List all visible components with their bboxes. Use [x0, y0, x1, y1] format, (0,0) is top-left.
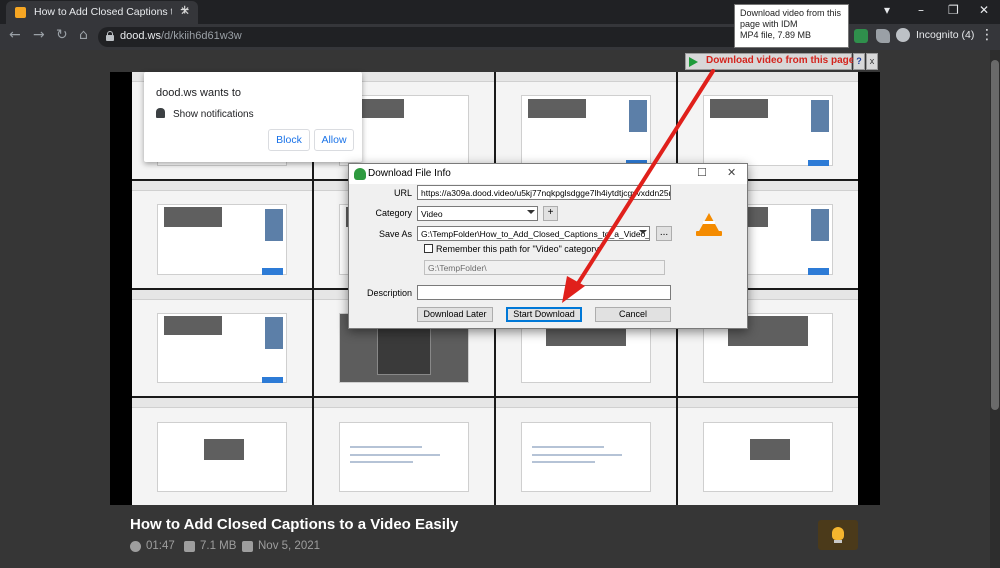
home-icon[interactable]: ⌂	[79, 27, 88, 43]
url-label: URL	[393, 188, 412, 198]
thumbnail	[314, 398, 494, 505]
popup-permission: Show notifications	[156, 108, 254, 120]
description-field[interactable]	[417, 285, 671, 300]
storage-icon	[184, 540, 195, 552]
tab-strip: How to Add Closed Captions to a Video Ea…	[0, 0, 1000, 24]
notification-permission-popup: dood.ws wants to Show notifications Bloc…	[144, 72, 362, 162]
reload-icon[interactable]: ↻	[56, 27, 68, 43]
idm-close-button[interactable]: x	[866, 53, 878, 70]
duration-meta: 01:47	[130, 540, 175, 552]
category-path-field: G:\TempFolder\	[424, 260, 665, 275]
menu-icon[interactable]: ⋮	[980, 27, 994, 43]
block-button[interactable]: Block	[268, 129, 310, 151]
add-category-button[interactable]: +	[543, 206, 558, 221]
incognito-icon	[896, 28, 910, 42]
scroll-thumb[interactable]	[991, 60, 999, 410]
close-window-icon[interactable]: ✕	[979, 3, 989, 17]
back-icon[interactable]: ←	[9, 27, 21, 43]
profile-label: Incognito (4)	[916, 29, 975, 41]
thumbnail	[132, 289, 312, 397]
download-later-button[interactable]: Download Later	[417, 307, 493, 322]
chevron-down-icon	[527, 210, 535, 214]
vlc-stripe	[703, 221, 715, 224]
idm-play-icon	[689, 57, 698, 67]
page-scrollbar[interactable]	[990, 50, 1000, 568]
idm-download-panel-button[interactable]: Download video from this page	[685, 53, 855, 70]
extensions-puzzle-icon[interactable]	[876, 29, 890, 43]
light-bulb-icon	[832, 527, 844, 540]
idm-help-button[interactable]: ?	[853, 53, 865, 70]
browse-button[interactable]: ...	[656, 226, 672, 241]
category-select[interactable]: Video	[417, 206, 538, 221]
idm-logo-icon	[354, 168, 366, 180]
description-label: Description	[366, 288, 412, 298]
lights-toggle-button[interactable]	[818, 520, 858, 550]
browser-toolbar: ← → ↻ ⌂ dood.ws/d/kkiih6d61w3w Incognito…	[0, 24, 1000, 50]
url-field[interactable]: https://a309a.dood.video/u5kj77nqkpglsdg…	[417, 185, 671, 200]
bell-icon	[156, 108, 165, 118]
thumbnail	[132, 398, 312, 505]
thumbnail	[132, 180, 312, 288]
chevron-down-icon	[639, 230, 647, 234]
url-text: dood.ws/d/kkiih6d61w3w	[120, 30, 242, 42]
save-as-label: Save As	[378, 229, 412, 239]
site-favicon-icon	[15, 7, 26, 18]
dialog-maximize-icon[interactable]: ☐	[697, 166, 707, 179]
save-as-field[interactable]: G:\TempFolder\How_to_Add_Closed_Captions…	[417, 226, 650, 241]
remember-path-label: Remember this path for "Video" category	[436, 244, 599, 254]
category-label: Category	[375, 208, 412, 218]
date-meta: Nov 5, 2021	[242, 540, 320, 552]
idm-tooltip: Download video from this page with IDM M…	[734, 4, 849, 48]
new-tab-icon[interactable]: +	[180, 2, 189, 20]
dialog-title: Download File Info	[368, 168, 451, 179]
lock-icon	[106, 31, 114, 41]
video-title: How to Add Closed Captions to a Video Ea…	[130, 516, 459, 533]
allow-button[interactable]: Allow	[314, 129, 354, 151]
forward-icon[interactable]: →	[33, 27, 45, 43]
dialog-close-icon[interactable]: ✕	[727, 166, 736, 179]
thumbnail	[678, 398, 858, 505]
dialog-titlebar[interactable]: Download File Info ☐ ✕	[349, 164, 747, 184]
popup-title: dood.ws wants to	[156, 87, 241, 99]
address-bar[interactable]: dood.ws/d/kkiih6d61w3w	[98, 27, 833, 47]
thumbnail	[496, 398, 676, 505]
remember-path-checkbox[interactable]	[424, 244, 433, 253]
start-download-button[interactable]: Start Download	[506, 307, 582, 322]
idm-extension-icon[interactable]	[854, 29, 868, 43]
vlc-base	[696, 231, 722, 236]
tab-title: How to Add Closed Captions to a Video Ea…	[34, 6, 172, 18]
size-meta: 7.1 MB	[184, 540, 236, 552]
minimize-icon[interactable]: –	[918, 3, 924, 17]
restore-icon[interactable]: ❐	[948, 3, 959, 17]
browser-tab[interactable]: How to Add Closed Captions to a Video Ea…	[6, 1, 198, 24]
cancel-button[interactable]: Cancel	[595, 307, 671, 322]
clock-icon	[130, 540, 141, 552]
calendar-icon	[242, 540, 253, 552]
idm-download-label: Download video from this page	[706, 55, 855, 66]
tab-search-icon[interactable]: ▾	[884, 3, 890, 17]
